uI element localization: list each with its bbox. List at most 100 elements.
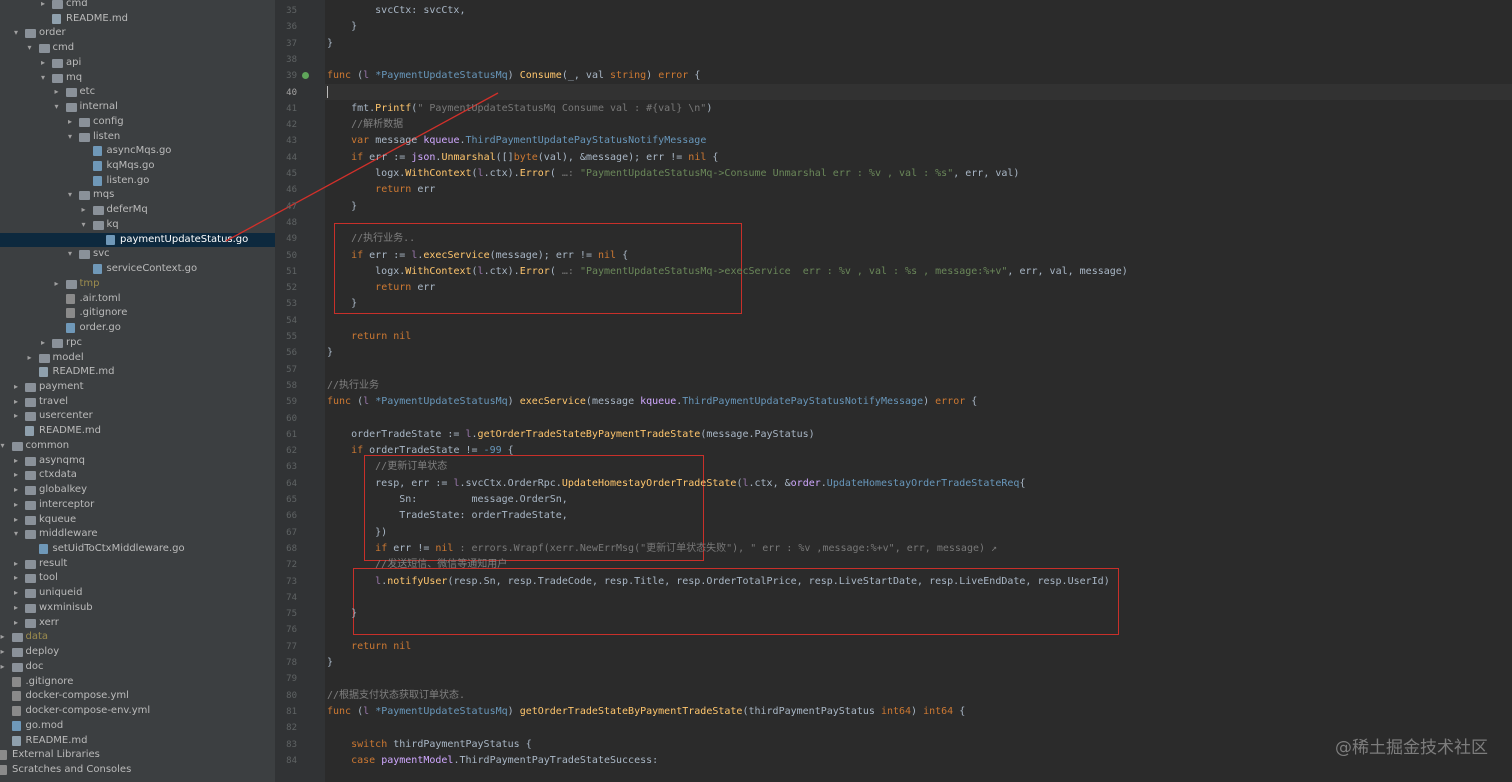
code-line[interactable]: func (l *PaymentUpdateStatusMq) Consume(… xyxy=(327,68,700,84)
line-number: 49 xyxy=(286,234,297,245)
code-token: int64 xyxy=(923,705,954,717)
code-token: .ctx). xyxy=(483,168,520,179)
code-token: }) xyxy=(327,526,388,538)
watermark-text: @稀土掘金技术社区 xyxy=(1335,738,1488,758)
code-line[interactable]: return nil xyxy=(327,329,411,345)
line-number: 44 xyxy=(286,152,297,163)
code-line[interactable]: //更新订单状态 xyxy=(327,459,447,475)
line-number: 61 xyxy=(286,429,297,440)
line-number: 63 xyxy=(286,462,297,473)
code-token: resp, err := xyxy=(327,477,454,489)
code-line[interactable]: svcCtx: svcCtx, xyxy=(327,3,465,19)
line-number: 75 xyxy=(286,609,297,620)
code-token: "PaymentUpdateStatusMq->execService err … xyxy=(579,265,1008,277)
code-token: err xyxy=(417,282,436,294)
annotation-arrow-line xyxy=(225,92,499,242)
code-line[interactable]: } xyxy=(327,19,357,35)
code-line[interactable]: return err xyxy=(327,182,435,198)
code-token: Unmarshal xyxy=(441,151,496,163)
code-line[interactable]: func (l *PaymentUpdateStatusMq) execServ… xyxy=(327,394,977,410)
code-line[interactable]: resp, err := l.svcCtx.OrderRpc.UpdateHom… xyxy=(327,476,1025,492)
line-number: 68 xyxy=(286,543,297,554)
code-token: : errors.Wrapf(xerr.NewErrMsg("更新订单状态失败"… xyxy=(459,542,998,554)
code-token: ( xyxy=(549,168,562,179)
code-token: fmt. xyxy=(327,102,376,114)
code-token: } xyxy=(327,298,358,310)
code-line[interactable]: if orderTradeState != -99 { xyxy=(327,443,514,459)
code-token: ([] xyxy=(495,151,514,163)
code-line[interactable]: } xyxy=(327,199,357,215)
code-line[interactable]: //根据支付状态获取订单状态. xyxy=(327,688,465,704)
code-line[interactable]: orderTradeState := l.getOrderTradeStateB… xyxy=(327,427,815,443)
code-line[interactable]: Sn: message.OrderSn, xyxy=(327,492,568,508)
code-token: logx. xyxy=(327,168,406,179)
code-token: WithContext xyxy=(405,265,472,277)
code-token: switch xyxy=(351,738,394,750)
code-token: err := xyxy=(369,249,412,261)
code-line[interactable]: if err := l.execService(message); err !=… xyxy=(327,248,628,264)
code-line[interactable]: func (l *PaymentUpdateStatusMq) getOrder… xyxy=(327,704,965,720)
line-number: 81 xyxy=(286,706,297,717)
code-token: byte xyxy=(513,151,538,163)
code-token: UpdateHomestayOrderTradeState xyxy=(561,477,737,489)
code-token: *PaymentUpdateStatusMq xyxy=(375,705,508,717)
code-token: func xyxy=(327,396,358,408)
line-number: 42 xyxy=(286,120,297,131)
code-line[interactable]: return err xyxy=(327,280,435,296)
code-token: case xyxy=(351,754,382,766)
line-number: 57 xyxy=(286,364,297,375)
code-line[interactable]: logx.WithContext(l.ctx).Error( …: "Payme… xyxy=(327,166,1019,182)
code-token: (_, val xyxy=(561,70,611,82)
line-number: 39 xyxy=(286,71,297,82)
code-token: , err, val, message) xyxy=(1007,265,1128,277)
code-line[interactable]: logx.WithContext(l.ctx).Error( …: "Payme… xyxy=(327,264,1128,280)
line-number: 78 xyxy=(286,658,297,668)
code-line[interactable]: var message kqueue.ThirdPaymentUpdatePay… xyxy=(327,133,706,149)
code-line[interactable]: case paymentModel.ThirdPaymentPayTradeSt… xyxy=(327,753,658,769)
code-line[interactable]: } xyxy=(327,296,357,312)
line-number: 76 xyxy=(286,625,297,636)
code-token: .ThirdPaymentPayTradeStateSuccess: xyxy=(453,754,659,766)
code-line[interactable]: } xyxy=(327,606,357,622)
code-line[interactable]: //发送短信、微信等通知用户 xyxy=(327,557,507,573)
code-line[interactable]: switch thirdPaymentPayStatus { xyxy=(327,737,532,753)
code-line[interactable]: } xyxy=(327,655,333,671)
code-token: nil xyxy=(597,249,617,261)
line-number: 77 xyxy=(286,641,297,652)
code-line[interactable]: if err != nil : errors.Wrapf(xerr.NewErr… xyxy=(327,541,997,557)
code-line[interactable]: l.notifyUser(resp.Sn, resp.TradeCode, re… xyxy=(327,574,1110,590)
code-token: (val), &message); err != xyxy=(537,151,689,163)
code-token: func xyxy=(327,705,358,717)
line-number: 80 xyxy=(286,690,297,701)
code-token: order xyxy=(790,477,821,489)
line-number: 43 xyxy=(286,136,297,147)
code-token: if xyxy=(351,445,370,457)
code-line[interactable]: fmt.Printf(" PaymentUpdateStatusMq Consu… xyxy=(327,101,712,117)
code-line[interactable]: return nil xyxy=(327,639,411,655)
code-line[interactable]: if err := json.Unmarshal([]byte(val), &m… xyxy=(327,150,718,166)
code-line[interactable]: } xyxy=(327,36,333,52)
line-number: 38 xyxy=(286,54,297,65)
code-token: ThirdPaymentUpdatePayStatusNotifyMessage xyxy=(465,135,707,147)
code-token: { xyxy=(501,445,514,457)
code-line[interactable]: //解析数据 xyxy=(327,117,403,133)
code-token: { xyxy=(616,249,629,261)
code-line[interactable]: } xyxy=(327,345,333,361)
code-line[interactable]: //执行业务 xyxy=(327,378,379,394)
code-token: -99 xyxy=(483,445,502,457)
code-token: func xyxy=(327,70,358,82)
code-token: { xyxy=(965,396,978,408)
code-line[interactable]: TradeState: orderTradeState, xyxy=(327,508,568,524)
code-token: l xyxy=(363,705,376,717)
code-line[interactable]: }) xyxy=(327,525,387,541)
code-token: "PaymentUpdateStatusMq->Consume Unmarsha… xyxy=(579,168,954,179)
code-token: .svcCtx.OrderRpc. xyxy=(459,477,562,489)
code-token: error xyxy=(658,70,689,82)
line-number: 53 xyxy=(286,299,297,310)
code-line[interactable]: //执行业务.. xyxy=(327,231,415,247)
line-number: 73 xyxy=(286,576,297,587)
